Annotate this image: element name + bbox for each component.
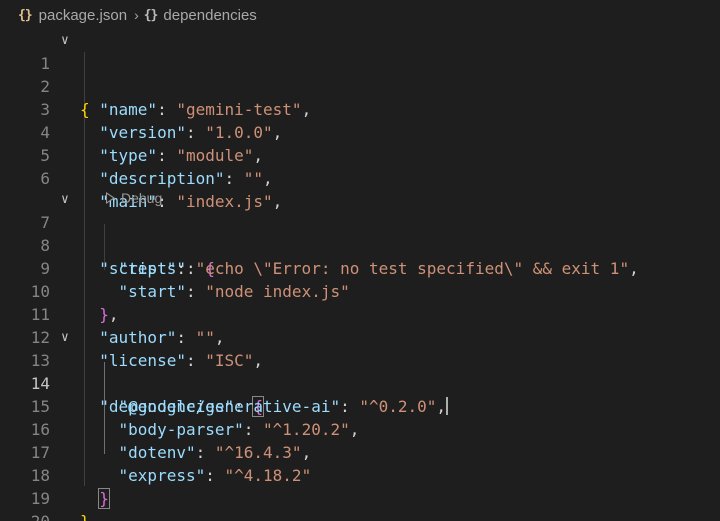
- code-line[interactable]: 8 "test": "echo \"Error: no test specifi…: [0, 211, 720, 278]
- code-line[interactable]: 9 "start": "node index.js": [0, 234, 720, 301]
- json-file-icon: {}: [18, 7, 33, 23]
- code-line-active[interactable]: 14 "@google/generative-ai": "^0.2.0",: [0, 349, 720, 416]
- codelens-debug[interactable]: Debug: [0, 167, 720, 206]
- code-line[interactable]: 5 "description": "",: [0, 121, 720, 188]
- code-line[interactable]: 2 "name": "gemini-test",: [0, 52, 720, 119]
- code-line[interactable]: 4 "type": "module",: [0, 98, 720, 165]
- code-line[interactable]: 15 "body-parser": "^1.20.2",: [0, 372, 720, 439]
- code-line[interactable]: 12 "license": "ISC",: [0, 303, 720, 370]
- code-line[interactable]: 19 }: [0, 464, 720, 521]
- code-line[interactable]: 10 },: [0, 257, 720, 324]
- code-line[interactable]: 6 "main": "index.js",: [0, 144, 720, 211]
- code-line[interactable]: 11 "author": "",: [0, 280, 720, 347]
- chevron-down-icon[interactable]: ∨: [61, 188, 69, 211]
- code-editor[interactable]: 1 ∨ { 2 "name": "gemini-test", 3 "versio…: [0, 29, 720, 521]
- code-line[interactable]: 20: [0, 487, 720, 521]
- code-content: }: [80, 510, 90, 521]
- breadcrumb-section[interactable]: dependencies: [163, 7, 256, 24]
- code-line[interactable]: 3 "version": "1.0.0",: [0, 75, 720, 142]
- code-line[interactable]: 18 }: [0, 441, 720, 509]
- line-number: 20: [0, 510, 50, 521]
- chevron-right-icon: ›: [134, 7, 139, 23]
- code-line[interactable]: 1 ∨ {: [0, 29, 720, 119]
- code-line[interactable]: 13 ∨ "dependencies": {: [0, 326, 720, 417]
- breadcrumb-file[interactable]: package.json: [39, 7, 127, 24]
- code-line[interactable]: 7 ∨ "scripts": {: [0, 188, 720, 278]
- code-line[interactable]: 16 "dotenv": "^16.4.3",: [0, 395, 720, 462]
- code-line[interactable]: 17 "express": "^4.18.2": [0, 418, 720, 485]
- object-icon: {}: [143, 7, 159, 23]
- chevron-down-icon[interactable]: ∨: [61, 326, 69, 349]
- chevron-down-icon[interactable]: ∨: [61, 29, 69, 52]
- breadcrumb: {} package.json › {} dependencies: [0, 0, 720, 30]
- close-brace: }: [80, 512, 90, 521]
